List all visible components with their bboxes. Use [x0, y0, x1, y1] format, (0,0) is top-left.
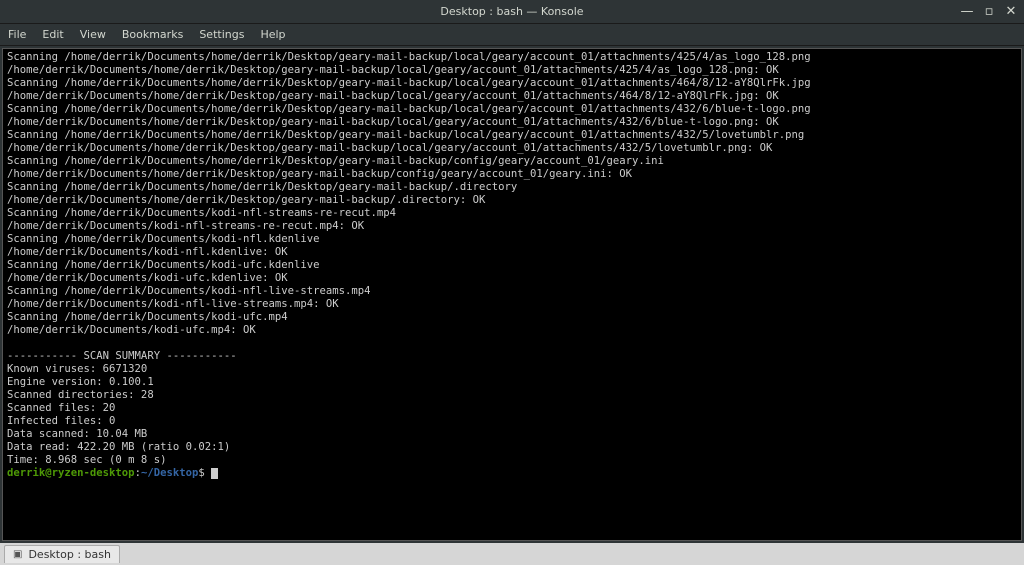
- terminal-line: /home/derrik/Documents/kodi-nfl.kdenlive…: [7, 246, 1017, 259]
- terminal-line: Scanning /home/derrik/Documents/kodi-ufc…: [7, 259, 1017, 272]
- terminal-line: /home/derrik/Documents/kodi-ufc.mp4: OK: [7, 324, 1017, 337]
- terminal-line: /home/derrik/Documents/kodi-ufc.kdenlive…: [7, 272, 1017, 285]
- terminal-line: Scanned directories: 28: [7, 389, 1017, 402]
- prompt-path: ~/Desktop: [141, 467, 198, 479]
- terminal-line: Scanning /home/derrik/Documents/home/der…: [7, 129, 1017, 142]
- terminal-line: /home/derrik/Documents/kodi-nfl-live-str…: [7, 298, 1017, 311]
- terminal-line: Scanning /home/derrik/Documents/home/der…: [7, 181, 1017, 194]
- menu-edit[interactable]: Edit: [42, 28, 63, 41]
- window-controls: — ▫ ✕: [960, 0, 1018, 23]
- terminal-line: Scanning /home/derrik/Documents/home/der…: [7, 51, 1017, 64]
- terminal-line: /home/derrik/Documents/kodi-nfl-streams-…: [7, 220, 1017, 233]
- terminal-line: Scanning /home/derrik/Documents/home/der…: [7, 103, 1017, 116]
- terminal-line: [7, 337, 1017, 350]
- terminal-line: /home/derrik/Documents/home/derrik/Deskt…: [7, 64, 1017, 77]
- terminal-area[interactable]: Scanning /home/derrik/Documents/home/der…: [2, 48, 1022, 541]
- terminal-line: Scanning /home/derrik/Documents/kodi-nfl…: [7, 285, 1017, 298]
- terminal-line: Scanned files: 20: [7, 402, 1017, 415]
- terminal-line: Known viruses: 6671320: [7, 363, 1017, 376]
- menu-settings[interactable]: Settings: [199, 28, 244, 41]
- terminal-line: Data read: 422.20 MB (ratio 0.02:1): [7, 441, 1017, 454]
- prompt-dollar: $: [198, 467, 211, 479]
- terminal-line: /home/derrik/Documents/home/derrik/Deskt…: [7, 194, 1017, 207]
- terminal-line: ----------- SCAN SUMMARY -----------: [7, 350, 1017, 363]
- close-button[interactable]: ✕: [1004, 5, 1018, 19]
- tabbar: ▣ Desktop : bash: [0, 543, 1024, 565]
- terminal-line: Data scanned: 10.04 MB: [7, 428, 1017, 441]
- terminal-line: /home/derrik/Documents/home/derrik/Deskt…: [7, 168, 1017, 181]
- terminal-line: Scanning /home/derrik/Documents/kodi-nfl…: [7, 233, 1017, 246]
- prompt-user: derrik@ryzen-desktop: [7, 467, 135, 479]
- terminal-line: Scanning /home/derrik/Documents/home/der…: [7, 155, 1017, 168]
- terminal-line: Scanning /home/derrik/Documents/kodi-ufc…: [7, 311, 1017, 324]
- terminal-line: /home/derrik/Documents/home/derrik/Deskt…: [7, 116, 1017, 129]
- terminal-line: Scanning /home/derrik/Documents/kodi-nfl…: [7, 207, 1017, 220]
- menu-bookmarks[interactable]: Bookmarks: [122, 28, 183, 41]
- window-title: Desktop : bash — Konsole: [440, 5, 583, 18]
- terminal-line: Engine version: 0.100.1: [7, 376, 1017, 389]
- terminal-output: Scanning /home/derrik/Documents/home/der…: [7, 51, 1017, 480]
- terminal-line: /home/derrik/Documents/home/derrik/Deskt…: [7, 90, 1017, 103]
- titlebar[interactable]: Desktop : bash — Konsole — ▫ ✕: [0, 0, 1024, 24]
- prompt-line: derrik@ryzen-desktop:~/Desktop$: [7, 467, 1017, 480]
- minimize-button[interactable]: —: [960, 5, 974, 19]
- menu-file[interactable]: File: [8, 28, 26, 41]
- menu-view[interactable]: View: [80, 28, 106, 41]
- terminal-line: /home/derrik/Documents/home/derrik/Deskt…: [7, 142, 1017, 155]
- tab-label: Desktop : bash: [28, 548, 111, 561]
- terminal-line: Scanning /home/derrik/Documents/home/der…: [7, 77, 1017, 90]
- menubar: File Edit View Bookmarks Settings Help: [0, 24, 1024, 46]
- tab-desktop-bash[interactable]: ▣ Desktop : bash: [4, 545, 120, 563]
- konsole-window: Desktop : bash — Konsole — ▫ ✕ File Edit…: [0, 0, 1024, 565]
- terminal-icon: ▣: [13, 549, 22, 560]
- maximize-button[interactable]: ▫: [982, 5, 996, 19]
- terminal-line: Time: 8.968 sec (0 m 8 s): [7, 454, 1017, 467]
- terminal-line: Infected files: 0: [7, 415, 1017, 428]
- menu-help[interactable]: Help: [260, 28, 285, 41]
- cursor: [211, 468, 218, 479]
